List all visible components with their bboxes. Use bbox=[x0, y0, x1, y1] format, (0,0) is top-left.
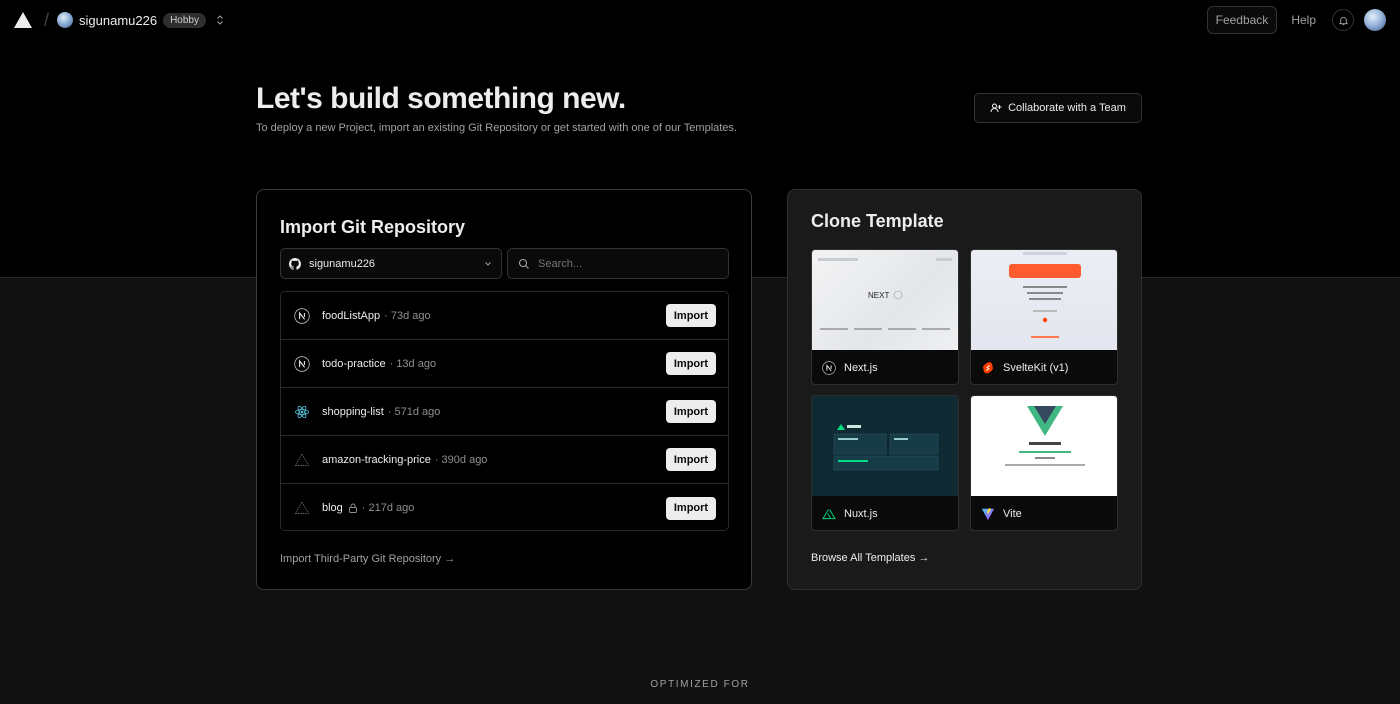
template-name: Next.js bbox=[844, 362, 878, 374]
repo-row: blog · 217d ago Import bbox=[281, 484, 728, 532]
optimized-for-heading: OPTIMIZED FOR bbox=[650, 679, 750, 690]
vercel-logo-icon[interactable] bbox=[14, 12, 32, 28]
vite-icon bbox=[981, 508, 995, 521]
account-avatar[interactable] bbox=[57, 12, 74, 28]
header-actions: Feedback Help bbox=[1206, 6, 1386, 34]
collaborate-button[interactable]: Collaborate with a Team bbox=[974, 93, 1142, 123]
template-preview bbox=[812, 396, 958, 496]
repo-age: · 13d ago bbox=[389, 357, 437, 370]
search-input[interactable] bbox=[538, 257, 718, 270]
import-third-party-link[interactable]: Import Third-Party Git Repository → bbox=[280, 553, 455, 565]
svelte-icon bbox=[983, 362, 993, 374]
repo-age: · 390d ago bbox=[434, 453, 488, 466]
repo-name: amazon-tracking-price bbox=[322, 453, 431, 466]
breadcrumb-separator: / bbox=[44, 9, 50, 30]
template-footer: SvelteKit (v1) bbox=[971, 350, 1117, 384]
repo-row: amazon-tracking-price · 390d ago Import bbox=[281, 436, 728, 484]
import-card-title: Import Git Repository bbox=[280, 217, 466, 237]
repo-age: · 217d ago bbox=[361, 502, 415, 514]
user-avatar[interactable] bbox=[1364, 9, 1386, 31]
template-footer: Nuxt.js bbox=[812, 496, 958, 530]
nuxt-icon bbox=[822, 509, 836, 520]
import-button[interactable]: Import bbox=[666, 400, 716, 423]
import-button[interactable]: Import bbox=[666, 304, 716, 327]
nextjs-icon bbox=[294, 355, 310, 372]
repo-row: shopping-list · 571d ago Import bbox=[281, 388, 728, 436]
notifications-button[interactable] bbox=[1332, 9, 1354, 31]
clone-template-card: Clone Template NEXT Next.js SvelteKit (v… bbox=[787, 189, 1142, 590]
top-nav: / sigunamu226 Hobby Feedback Help bbox=[0, 0, 1400, 40]
repo-name: shopping-list bbox=[322, 405, 384, 418]
repo-name: foodListApp bbox=[322, 309, 381, 322]
account-name[interactable]: sigunamu226 bbox=[79, 13, 157, 28]
template-nuxtjs[interactable]: Nuxt.js bbox=[811, 395, 959, 531]
template-footer: Next.js bbox=[812, 350, 958, 384]
browse-templates-link[interactable]: Browse All Templates → bbox=[811, 552, 929, 564]
template-name: SvelteKit (v1) bbox=[1003, 362, 1069, 374]
nextjs-icon bbox=[294, 307, 310, 324]
template-sveltekit[interactable]: SvelteKit (v1) bbox=[970, 249, 1118, 385]
template-nextjs[interactable]: NEXT Next.js bbox=[811, 249, 959, 385]
git-account-name: sigunamu226 bbox=[309, 257, 376, 270]
repository-search bbox=[507, 248, 729, 279]
repo-name: blog bbox=[322, 502, 343, 514]
react-icon bbox=[294, 404, 310, 420]
page-title: Let's build something new. bbox=[256, 82, 626, 115]
template-preview: NEXT bbox=[812, 250, 958, 350]
repo-age: · 73d ago bbox=[384, 309, 431, 322]
import-button[interactable]: Import bbox=[666, 496, 716, 520]
user-plus-icon bbox=[990, 103, 1002, 113]
git-account-select[interactable]: sigunamu226 bbox=[280, 248, 502, 279]
collaborate-label: Collaborate with a Team bbox=[1008, 102, 1126, 114]
repo-age: · 571d ago bbox=[387, 405, 441, 418]
lock-icon bbox=[348, 503, 358, 513]
search-icon bbox=[518, 258, 529, 269]
clone-card-title: Clone Template bbox=[811, 211, 944, 231]
page-subtitle: To deploy a new Project, import an exist… bbox=[256, 122, 737, 134]
chevron-up-down-icon[interactable] bbox=[214, 14, 226, 26]
bell-icon bbox=[1338, 16, 1348, 25]
template-vite[interactable]: Vite bbox=[970, 395, 1118, 531]
vercel-triangle-icon bbox=[294, 452, 310, 468]
feedback-button[interactable]: Feedback bbox=[1206, 6, 1278, 34]
repo-name: todo-practice bbox=[322, 357, 386, 370]
github-icon bbox=[289, 257, 301, 270]
plan-badge: Hobby bbox=[163, 12, 206, 28]
nextjs-icon bbox=[822, 361, 836, 375]
template-name: Nuxt.js bbox=[844, 508, 878, 520]
repository-list: foodListApp · 73d ago Import todo-practi… bbox=[280, 291, 729, 531]
template-preview bbox=[971, 396, 1117, 496]
import-button[interactable]: Import bbox=[666, 448, 716, 471]
vercel-triangle-icon bbox=[294, 500, 310, 516]
template-preview bbox=[971, 250, 1117, 350]
import-button[interactable]: Import bbox=[666, 352, 716, 375]
chevron-down-icon bbox=[485, 261, 491, 266]
help-link[interactable]: Help bbox=[1291, 13, 1316, 27]
svg-text:NEXT: NEXT bbox=[868, 291, 889, 300]
repo-row: todo-practice · 13d ago Import bbox=[281, 340, 728, 388]
template-footer: Vite bbox=[971, 496, 1117, 530]
import-repository-card: Import Git Repository sigunamu226 foodLi… bbox=[256, 189, 752, 590]
repo-row: foodListApp · 73d ago Import bbox=[281, 292, 728, 340]
template-name: Vite bbox=[1003, 508, 1022, 520]
